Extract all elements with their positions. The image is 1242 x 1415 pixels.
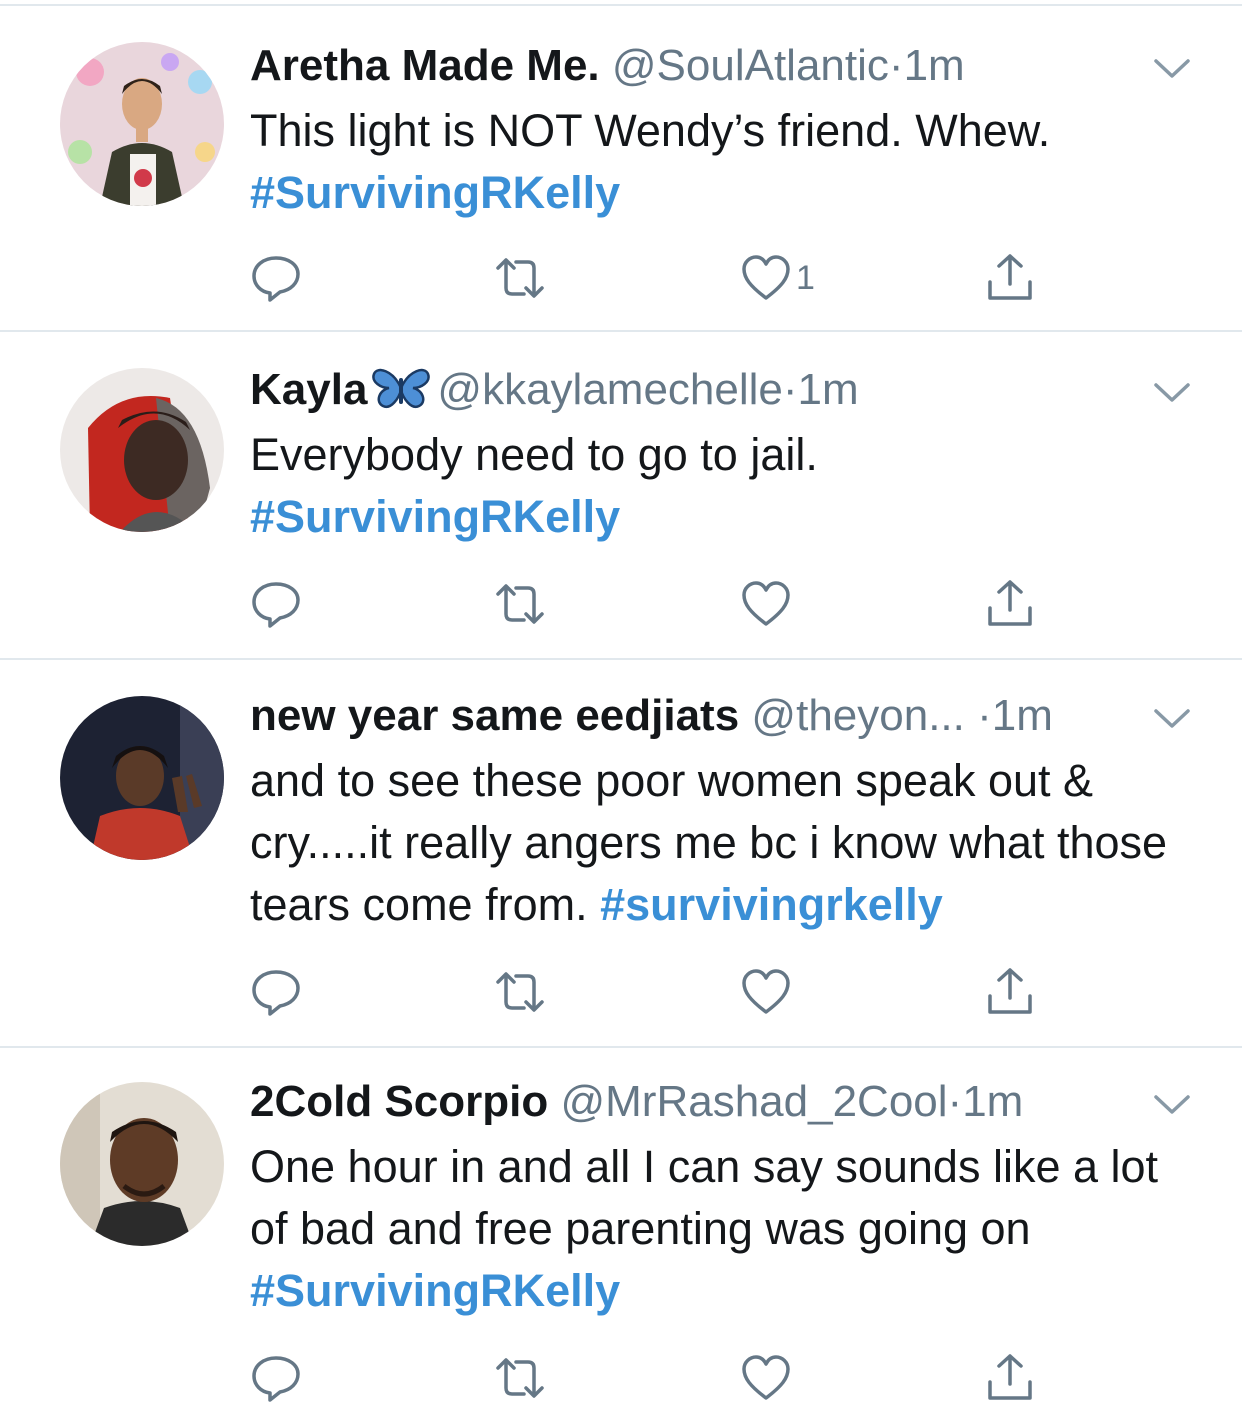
reply-button[interactable] — [250, 964, 302, 1020]
butterfly-emoji-icon — [372, 368, 431, 409]
separator-dot: · — [947, 1077, 963, 1126]
share-icon — [988, 1354, 1032, 1400]
tweet-actions — [250, 576, 1050, 632]
user-handle[interactable]: @theyon... — [751, 691, 964, 740]
hashtag-link[interactable]: #survivingrkelly — [600, 879, 943, 930]
tweet-body: One hour in and all I can say sounds lik… — [250, 1141, 1159, 1254]
tweet-header: Kayla @kkaylamechelle·1m — [250, 362, 1162, 418]
reply-icon — [252, 970, 300, 1016]
heart-icon — [742, 969, 790, 1014]
retweet-button[interactable] — [494, 1350, 546, 1406]
share-button[interactable] — [984, 964, 1036, 1020]
tweet-actions — [250, 964, 1050, 1020]
heart-icon — [742, 1355, 790, 1400]
tweet-actions: 1 — [250, 250, 1050, 306]
separator-dot: · — [782, 365, 798, 414]
tweet-header: new year same eedjiats @theyon... ·1m — [250, 688, 1162, 744]
tweet-header: Aretha Made Me. @SoulAtlantic·1m — [250, 38, 1162, 94]
tweet-header: 2Cold Scorpio @MrRashad_2Cool·1m — [250, 1074, 1162, 1130]
chevron-down-icon[interactable] — [1152, 1092, 1192, 1118]
tweet-text: Everybody need to go to jail. #Surviving… — [250, 424, 1210, 548]
chevron-down-icon[interactable] — [1152, 380, 1192, 406]
avatar[interactable] — [60, 42, 224, 206]
retweet-icon — [496, 1358, 544, 1398]
separator-dot: · — [977, 691, 992, 740]
hashtag-link[interactable]: #SurvivingRKelly — [250, 167, 620, 218]
reply-icon — [252, 256, 300, 302]
share-icon — [988, 580, 1032, 626]
separator-dot: · — [888, 41, 904, 90]
tweet-text: One hour in and all I can say sounds lik… — [250, 1136, 1190, 1322]
tweet-body: This light is NOT Wendy’s friend. Whew. — [250, 105, 1051, 156]
timestamp[interactable]: 1m — [904, 41, 965, 90]
like-button[interactable]: 1 — [740, 250, 815, 306]
tweet-text: and to see these poor women speak out & … — [250, 750, 1190, 936]
reply-icon — [252, 1356, 300, 1402]
reply-button[interactable] — [250, 1350, 302, 1406]
retweet-icon — [496, 972, 544, 1012]
heart-icon — [742, 581, 790, 626]
avatar[interactable] — [60, 696, 224, 860]
share-icon — [988, 968, 1032, 1014]
tweet-actions — [250, 1350, 1050, 1406]
share-button[interactable] — [984, 576, 1036, 632]
user-handle[interactable]: @SoulAtlantic — [612, 41, 889, 90]
reply-icon — [252, 582, 300, 628]
like-button[interactable] — [740, 1350, 796, 1406]
tweet-body: Everybody need to go to jail. — [250, 429, 818, 480]
heart-icon — [742, 255, 790, 300]
timestamp[interactable]: 1m — [992, 691, 1053, 740]
timestamp[interactable]: 1m — [962, 1077, 1023, 1126]
reply-button[interactable] — [250, 250, 302, 306]
tweet[interactable]: new year same eedjiats @theyon... ·1m an… — [0, 660, 1242, 1048]
tweet[interactable]: Kayla @kkaylamechelle·1m Everybody need t… — [0, 332, 1242, 660]
tweet[interactable]: Aretha Made Me. @SoulAtlantic·1m This li… — [0, 6, 1242, 332]
chevron-down-icon[interactable] — [1152, 706, 1192, 732]
user-handle[interactable]: @MrRashad_2Cool — [560, 1077, 947, 1126]
share-button[interactable] — [984, 250, 1036, 306]
hashtag-link[interactable]: #SurvivingRKelly — [250, 491, 620, 542]
retweet-button[interactable] — [494, 964, 546, 1020]
retweet-button[interactable] — [494, 576, 546, 632]
display-name[interactable]: 2Cold Scorpio — [250, 1077, 548, 1126]
timestamp[interactable]: 1m — [798, 365, 859, 414]
like-count: 1 — [796, 258, 815, 297]
display-name[interactable]: Kayla — [250, 365, 367, 414]
display-name[interactable]: Aretha Made Me. — [250, 41, 600, 90]
share-button[interactable] — [984, 1350, 1036, 1406]
tweet[interactable]: 2Cold Scorpio @MrRashad_2Cool·1m One hou… — [0, 1048, 1242, 1415]
retweet-button[interactable] — [494, 250, 546, 306]
retweet-icon — [496, 258, 544, 298]
retweet-icon — [496, 584, 544, 624]
tweet-text: This light is NOT Wendy’s friend. Whew. … — [250, 100, 1210, 224]
like-button[interactable] — [740, 964, 796, 1020]
share-icon — [988, 254, 1032, 300]
reply-button[interactable] — [250, 576, 302, 632]
chevron-down-icon[interactable] — [1152, 56, 1192, 82]
user-handle[interactable]: @kkaylamechelle — [437, 365, 782, 414]
like-button[interactable] — [740, 576, 796, 632]
display-name[interactable]: new year same eedjiats — [250, 691, 739, 740]
hashtag-link[interactable]: #SurvivingRKelly — [250, 1265, 620, 1316]
avatar[interactable] — [60, 1082, 224, 1246]
avatar[interactable] — [60, 368, 224, 532]
